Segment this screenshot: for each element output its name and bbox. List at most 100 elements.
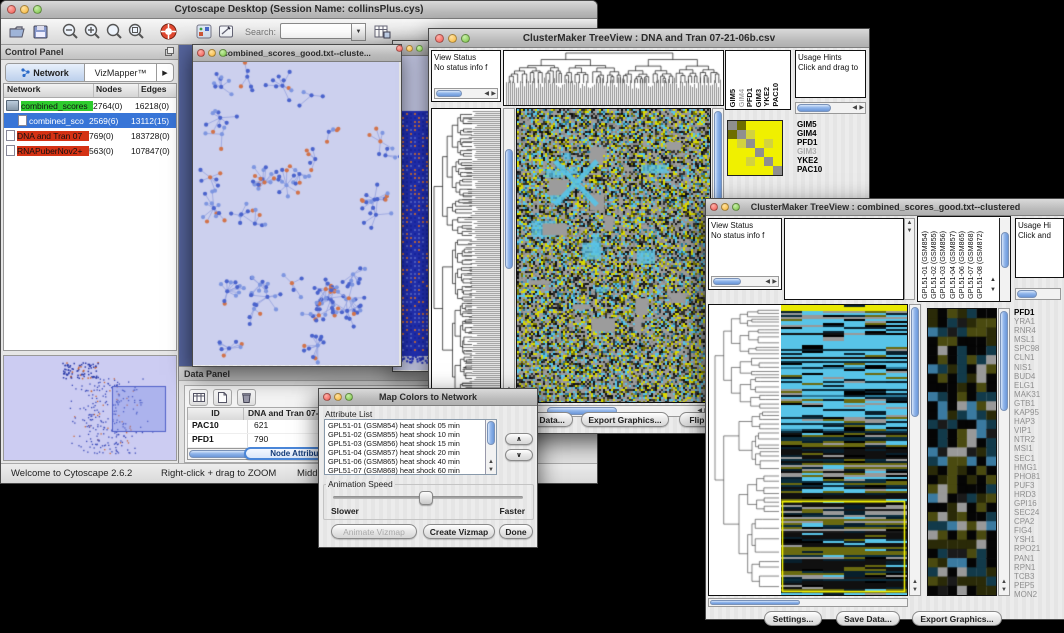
gene-label[interactable]: RNR4 (1014, 326, 1062, 335)
heatmap-cell[interactable] (728, 130, 737, 139)
float-panel-icon[interactable] (165, 43, 174, 61)
treeview1-zoom-heatmap[interactable] (727, 120, 783, 176)
zoom-button[interactable] (461, 34, 470, 43)
treeview2-main-panel[interactable] (708, 304, 908, 596)
heatmap-cell[interactable] (746, 148, 755, 157)
gene-label[interactable]: HAP3 (1014, 417, 1062, 426)
tab-vizmapper[interactable]: VizMapper™ (85, 64, 157, 81)
gene-label[interactable]: RPO21 (1014, 544, 1062, 553)
column-label[interactable]: GPL51-04 (GSM857) (949, 231, 956, 299)
heatmap-cell[interactable] (728, 121, 737, 130)
gene-label[interactable]: NIS1 (1014, 363, 1062, 372)
col-header-edges[interactable]: Edges (139, 84, 176, 97)
network-name[interactable]: DNA and Tran 07 (17, 131, 89, 141)
gene-label[interactable]: VIP1 (1014, 426, 1062, 435)
gene-label[interactable]: MSL1 (1014, 335, 1062, 344)
heatmap-cell[interactable] (728, 139, 737, 148)
heatmap-cell[interactable] (755, 166, 764, 175)
heatmap-cell[interactable] (764, 139, 773, 148)
zoom-button[interactable] (416, 45, 423, 52)
gene-label[interactable]: MSI1 (1014, 444, 1062, 453)
treeview1-global-heatmap[interactable] (516, 108, 711, 403)
network-overview-panel[interactable] (3, 355, 177, 461)
treeview2-column-mini-scrollbar[interactable]: ▲▼ (904, 218, 915, 300)
zoom-button[interactable] (732, 203, 740, 211)
gene-label[interactable]: ELG1 (1014, 381, 1062, 390)
labels-down-arrow[interactable]: ▼ (990, 287, 996, 293)
treeview2-heatmap-vscrollbar[interactable]: ▲▼ (909, 304, 921, 596)
minimize-button[interactable] (406, 45, 413, 52)
heatmap-cell[interactable] (746, 130, 755, 139)
gene-label[interactable]: PHO81 (1014, 472, 1062, 481)
zoom-out-icon[interactable] (60, 22, 80, 42)
zoom-button[interactable] (345, 393, 353, 401)
heatmap-cell[interactable] (746, 121, 755, 130)
row-label[interactable]: GIM5 (797, 120, 822, 129)
col-header-nodes[interactable]: Nodes (94, 84, 139, 97)
network-row[interactable]: combined_sco2569(6)13112(15) (4, 113, 176, 128)
heatmap-cell[interactable] (728, 148, 737, 157)
heatmap-cell[interactable] (764, 148, 773, 157)
network-row[interactable]: DNA and Tran 07769(0)183728(0) (4, 128, 176, 143)
zoom-selected-icon[interactable] (104, 22, 124, 42)
column-label[interactable]: PAC10 (772, 83, 780, 107)
treeview2-settings-button[interactable]: Settings... (764, 611, 822, 626)
minimize-button[interactable] (448, 34, 457, 43)
done-button[interactable]: Done (499, 524, 533, 539)
column-label[interactable]: GPL51-06 (GSM865) (958, 231, 965, 299)
animation-speed-slider-thumb[interactable] (419, 491, 433, 505)
gene-label[interactable]: PEP5 (1014, 581, 1062, 590)
main-title-bar[interactable]: Cytoscape Desktop (Session Name: collins… (1, 1, 597, 19)
treeview2-usage-scrollbar[interactable] (1015, 288, 1061, 300)
column-label[interactable]: GIM5 (729, 89, 737, 107)
treeview1-column-dendrogram[interactable] (503, 50, 724, 106)
heatmap-cell[interactable] (755, 157, 764, 166)
minimize-button[interactable] (20, 5, 29, 14)
gene-label[interactable]: RPN1 (1014, 563, 1062, 572)
attribute-item[interactable]: GPL51-01 (GSM854) heat shock 05 min (326, 421, 484, 430)
gene-label[interactable]: PAN1 (1014, 554, 1062, 563)
heatmap-cell[interactable] (728, 157, 737, 166)
treeview1-column-labels[interactable]: GIM5GIM4PFD1GIM3YKE2PAC10 (725, 50, 791, 110)
heatmap-cell[interactable] (737, 148, 746, 157)
column-label[interactable]: GPL51-08 (GSM872) (976, 231, 983, 299)
attribute-list[interactable]: GPL51-01 (GSM854) heat shock 05 min GPL51… (324, 419, 497, 475)
heatmap-cell[interactable] (728, 166, 737, 175)
heatmap-cell[interactable] (746, 157, 755, 166)
close-button[interactable] (435, 34, 444, 43)
import-table-icon[interactable] (372, 22, 392, 42)
gene-label[interactable]: BUD4 (1014, 372, 1062, 381)
treeview1-left-vscrollbar[interactable]: ▲▼ (503, 108, 515, 403)
new-attribute-icon[interactable] (213, 389, 232, 406)
treeview2-zoom-vscrollbar[interactable]: ▲▼ (998, 308, 1010, 596)
heatmap-cell[interactable] (755, 139, 764, 148)
network-view-canvas-1[interactable] (193, 62, 399, 365)
zoom-button[interactable] (33, 5, 42, 14)
heatmap-cell[interactable] (755, 130, 764, 139)
network-name[interactable]: combined_scores (21, 101, 93, 111)
move-attribute-up-button[interactable]: ∧ (505, 433, 533, 445)
network-overview-canvas[interactable] (4, 356, 176, 460)
minimize-button[interactable] (721, 203, 729, 211)
treeview2-view-status-scrollbar[interactable]: ◀▶ (711, 276, 779, 287)
row-label[interactable]: GIM3 (797, 147, 822, 156)
gene-label[interactable]: TCB3 (1014, 572, 1062, 581)
heatmap-cell[interactable] (773, 130, 782, 139)
view-status-scrollbar[interactable]: ◀▶ (434, 88, 498, 99)
close-button[interactable] (710, 203, 718, 211)
animate-vizmap-button[interactable]: Animate Vizmap (331, 524, 417, 539)
heatmap-cell[interactable] (764, 130, 773, 139)
close-button[interactable] (7, 5, 16, 14)
search-input[interactable] (280, 23, 351, 39)
create-vizmap-button[interactable]: Create Vizmap (423, 524, 495, 539)
treeview2-column-dendrogram[interactable] (784, 218, 904, 300)
treeview2-hscrollbar[interactable] (708, 598, 908, 607)
network-row[interactable]: combined_scores2764(0)16218(0) (4, 98, 176, 113)
treeview2-row-dendrogram-canvas[interactable] (709, 305, 781, 595)
gene-label[interactable]: CLN1 (1014, 353, 1062, 362)
row-label[interactable]: YKE2 (797, 156, 822, 165)
attribute-item[interactable]: GPL51-04 (GSM857) heat shock 20 min (326, 448, 484, 457)
tab-network[interactable]: Network (6, 64, 85, 81)
attribute-item[interactable]: GPL51-06 (GSM865) heat shock 40 min (326, 457, 484, 466)
gene-label[interactable]: YSH1 (1014, 535, 1062, 544)
